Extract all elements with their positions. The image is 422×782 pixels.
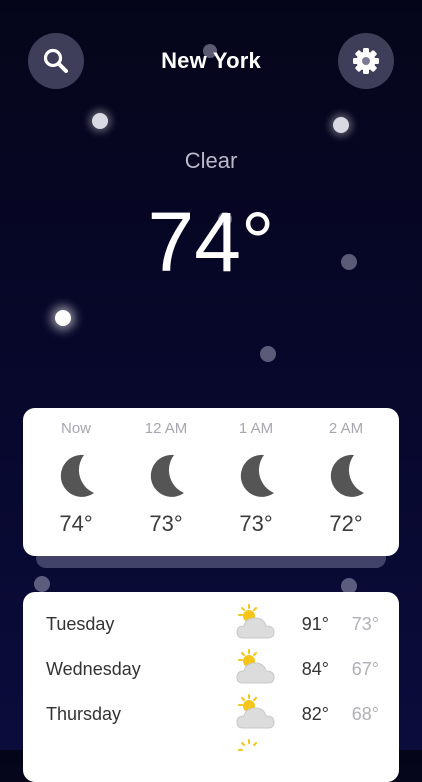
day-high: 84°	[301, 659, 329, 679]
hourly-item: 12 AM 73°	[126, 408, 206, 556]
star-decoration	[34, 576, 50, 592]
day-name: Wednesday	[46, 659, 141, 679]
settings-button[interactable]	[338, 33, 394, 89]
moon-icon	[240, 454, 274, 497]
day-low: 67°	[351, 659, 379, 679]
hourly-item: 2 AM 72°	[306, 408, 386, 556]
hour-label: 12 AM	[144, 420, 188, 437]
partly-sunny-icon	[236, 604, 275, 639]
moon-icon	[60, 454, 94, 497]
day-low: 73°	[351, 614, 379, 634]
hour-temperature: 74°	[59, 511, 93, 536]
gear-icon	[353, 48, 379, 74]
day-high: 82°	[301, 704, 329, 724]
day-name: Tuesday	[46, 614, 115, 634]
partly-sunny-icon	[236, 649, 275, 684]
current-temperature: 74°	[147, 195, 275, 289]
partly-sunny-icon	[236, 694, 275, 729]
condition-text: Clear	[184, 148, 238, 173]
sun-icon	[238, 739, 257, 751]
daily-row-partial	[23, 737, 399, 782]
hour-temperature: 73°	[149, 511, 183, 536]
day-high: 91°	[301, 614, 329, 634]
star-decoration	[55, 310, 71, 326]
hourly-forecast-card[interactable]: Now 74° 12 AM 73° 1 AM 73° 2 AM 72°	[23, 408, 399, 556]
moon-icon	[330, 454, 364, 497]
star-decoration	[333, 117, 349, 133]
hour-label: 1 AM	[238, 420, 274, 437]
hourly-item: 1 AM 73°	[216, 408, 296, 556]
daily-row: Tuesday 91° 73°	[23, 602, 399, 647]
moon-icon	[150, 454, 184, 497]
hourly-item: Now 74°	[36, 408, 116, 556]
star-decoration	[92, 113, 108, 129]
daily-row: Thursday 82° 68°	[23, 692, 399, 737]
hour-label: Now	[60, 420, 91, 437]
daily-row: Wednesday 84° 67°	[23, 647, 399, 692]
hour-label: 2 AM	[328, 420, 364, 437]
day-name: Thursday	[46, 704, 122, 724]
daily-forecast-card[interactable]: Tuesday 91° 73° Wednesday 84° 67° Thursd…	[23, 592, 399, 782]
star-decoration	[260, 346, 276, 362]
hour-temperature: 72°	[329, 511, 363, 536]
hour-temperature: 73°	[239, 511, 273, 536]
day-low: 68°	[351, 704, 379, 724]
